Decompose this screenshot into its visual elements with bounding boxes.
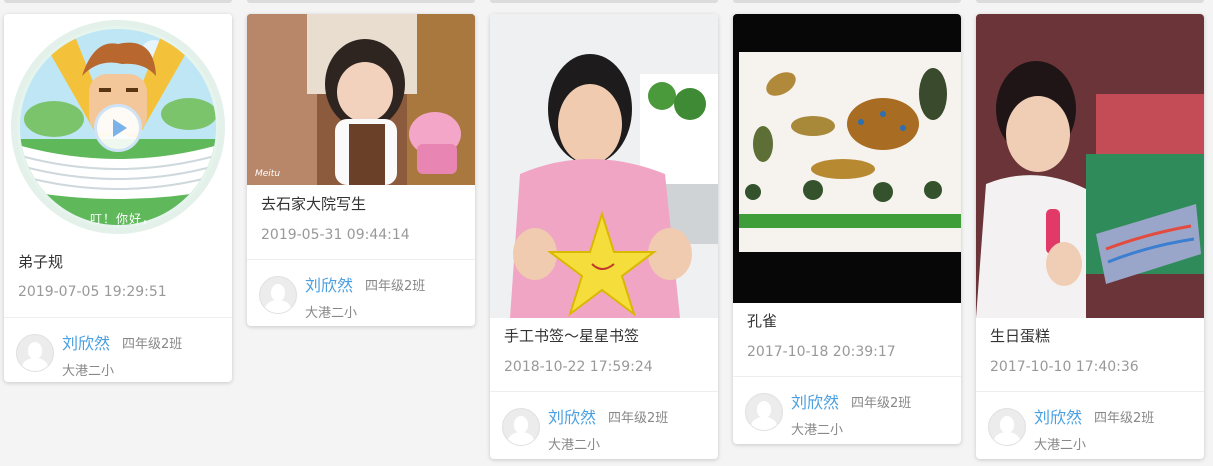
author-class: 四年级2班 xyxy=(608,411,669,426)
card-title[interactable]: 生日蛋糕 xyxy=(976,325,1204,347)
card-author-info: 刘欣然 四年级2班 大港二小 xyxy=(490,391,718,459)
work-card[interactable]: 孔雀 2017-10-18 20:39:17 刘欣然 四年级2班 大港二小 xyxy=(733,14,961,444)
avatar[interactable] xyxy=(745,393,783,431)
author-name-link[interactable]: 刘欣然 xyxy=(62,330,110,354)
author-name-link[interactable]: 刘欣然 xyxy=(1034,404,1082,428)
work-card[interactable]: 叮！你好， 弟子规 2019-07-05 19:29:51 刘欣然 四年级2班 … xyxy=(4,14,232,382)
train-girl-photo xyxy=(247,14,475,185)
card-author-info: 刘欣然 四年级2班 大港二小 xyxy=(4,317,232,382)
card-title[interactable]: 孔雀 xyxy=(733,310,961,332)
avatar[interactable] xyxy=(259,276,297,314)
photo-watermark: Meitu xyxy=(255,169,281,179)
author-class: 四年级2班 xyxy=(851,396,912,411)
card-title[interactable]: 去石家大院写生 xyxy=(247,193,475,215)
video-cover[interactable]: 叮！你好， xyxy=(4,14,232,240)
work-photo[interactable] xyxy=(976,14,1204,318)
work-photo[interactable]: Meitu xyxy=(247,14,475,185)
work-card[interactable]: 生日蛋糕 2017-10-10 17:40:36 刘欣然 四年级2班 大港二小 xyxy=(976,14,1204,459)
work-photo[interactable] xyxy=(733,14,961,303)
birthday-cake-art-photo xyxy=(976,14,1204,318)
card-timestamp: 2017-10-10 17:40:36 xyxy=(990,359,1139,375)
card-timestamp: 2019-05-31 09:44:14 xyxy=(261,227,410,243)
play-icon[interactable] xyxy=(94,104,142,152)
author-class: 四年级2班 xyxy=(365,279,426,294)
card-title[interactable]: 弟子规 xyxy=(4,251,232,273)
author-school: 大港二小 xyxy=(548,438,601,453)
work-card[interactable]: 手工书签～星星书签 2018-10-22 17:59:24 刘欣然 四年级2班 … xyxy=(490,14,718,459)
author-school: 大港二小 xyxy=(305,306,358,321)
card-author-info: 刘欣然 四年级2班 大港二小 xyxy=(733,376,961,444)
author-name-link[interactable]: 刘欣然 xyxy=(791,389,839,413)
avatar[interactable] xyxy=(988,408,1026,446)
card-timestamp: 2017-10-18 20:39:17 xyxy=(747,344,896,360)
author-school: 大港二小 xyxy=(1034,438,1087,453)
speech-bubble-text: 叮！你好， xyxy=(90,212,156,226)
avatar[interactable] xyxy=(16,334,54,372)
work-card[interactable]: Meitu 去石家大院写生 2019-05-31 09:44:14 刘欣然 四年… xyxy=(247,14,475,326)
work-photo[interactable] xyxy=(490,14,718,318)
author-school: 大港二小 xyxy=(62,364,115,379)
star-bookmark-photo xyxy=(490,14,718,318)
card-title[interactable]: 手工书签～星星书签 xyxy=(490,325,718,347)
previous-row-edge xyxy=(733,0,961,3)
previous-row-edge xyxy=(4,0,232,3)
previous-row-edge xyxy=(490,0,718,3)
card-timestamp: 2018-10-22 17:59:24 xyxy=(504,359,653,375)
card-author-info: 刘欣然 四年级2班 大港二小 xyxy=(247,259,475,326)
avatar[interactable] xyxy=(502,408,540,446)
author-class: 四年级2班 xyxy=(1094,411,1155,426)
previous-row-edge xyxy=(247,0,475,3)
previous-row-edge xyxy=(976,0,1204,3)
card-timestamp: 2019-07-05 19:29:51 xyxy=(18,284,167,300)
peacock-leaf-art-photo xyxy=(733,14,961,303)
card-author-info: 刘欣然 四年级2班 大港二小 xyxy=(976,391,1204,459)
author-school: 大港二小 xyxy=(791,423,844,438)
author-class: 四年级2班 xyxy=(122,337,183,352)
author-name-link[interactable]: 刘欣然 xyxy=(548,404,596,428)
author-name-link[interactable]: 刘欣然 xyxy=(305,272,353,296)
